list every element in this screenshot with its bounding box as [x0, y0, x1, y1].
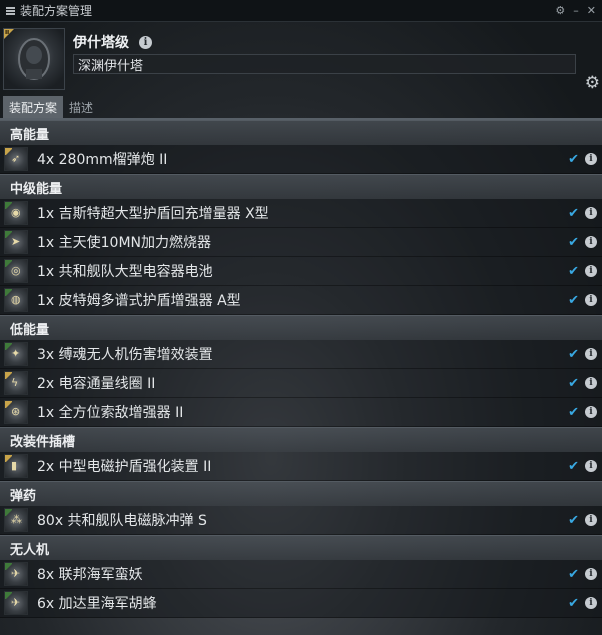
module-label: 1x 皮特姆多谱式护盾增强器 A型 — [37, 293, 241, 309]
checkmark-icon: ✔ — [568, 205, 579, 221]
module-label: 3x 缚魂无人机伤害增效装置 — [37, 347, 213, 363]
tab-bar: 装配方案 描述 — [0, 94, 602, 120]
fit-name-field[interactable] — [73, 54, 576, 74]
section-header: 中级能量 — [0, 174, 602, 199]
drone-damage-icon[interactable]: ✦ — [4, 342, 28, 366]
module-label: 2x 电容通量线圈 II — [37, 376, 156, 392]
checkmark-icon: ✔ — [568, 263, 579, 279]
module-label: 2x 中型电磁护盾强化装置 II — [37, 459, 212, 475]
section-header: 弹药 — [0, 481, 602, 506]
flux-coil-icon[interactable]: ϟ — [4, 371, 28, 395]
module-glyph: ➤ — [11, 235, 21, 248]
section-header: 低能量 — [0, 315, 602, 340]
section-header: 高能量 — [0, 120, 602, 145]
projectile-turret-icon[interactable]: ➶ — [4, 147, 28, 171]
module-label: 6x 加达里海军胡蜂 — [37, 596, 157, 612]
module-row[interactable]: ◎ 1x 共和舰队大型电容器电池 ✔ i — [0, 257, 602, 286]
info-icon[interactable]: i — [585, 294, 597, 306]
module-glyph: ✈ — [11, 596, 21, 609]
tab-description[interactable]: 描述 — [63, 96, 99, 118]
info-icon[interactable]: i — [585, 460, 597, 472]
afterburner-icon[interactable]: ➤ — [4, 230, 28, 254]
checkmark-icon: ✔ — [568, 234, 579, 250]
checkmark-icon: ✔ — [568, 566, 579, 582]
info-icon[interactable]: i — [585, 236, 597, 248]
ship-info-icon[interactable]: i — [139, 35, 152, 49]
shield-booster-icon[interactable]: ◉ — [4, 201, 28, 225]
module-row[interactable]: ◉ 1x 吉斯特超大型护盾回充增量器 X型 ✔ i — [0, 199, 602, 228]
module-row[interactable]: ◍ 1x 皮特姆多谱式护盾增强器 A型 ✔ i — [0, 286, 602, 315]
rig-icon[interactable]: ▮ — [4, 454, 28, 478]
info-icon[interactable]: i — [585, 514, 597, 526]
gear-icon[interactable]: ⚙ — [585, 75, 600, 92]
menu-icon[interactable] — [6, 6, 15, 15]
info-icon[interactable]: i — [585, 153, 597, 165]
minimize-icon[interactable]: – — [573, 4, 579, 17]
module-label: 1x 主天使10MN加力燃烧器 — [37, 235, 212, 251]
section-header: 改装件插槽 — [0, 427, 602, 452]
fitting-management-window: 装配方案管理 ⚙ – ✕ 伊什塔级 i 深渊伊什塔 ⚙ 装配方案 描述 高能量 … — [0, 0, 602, 635]
info-icon[interactable]: i — [585, 597, 597, 609]
section-header: 无人机 — [0, 535, 602, 560]
info-icon[interactable]: i — [585, 265, 597, 277]
module-glyph: ◍ — [11, 293, 21, 306]
module-label: 8x 联邦海军蛮妖 — [37, 567, 143, 583]
checkmark-icon: ✔ — [568, 346, 579, 362]
module-glyph: ◉ — [11, 206, 21, 219]
window-title: 装配方案管理 — [20, 4, 93, 18]
module-glyph: ▮ — [11, 459, 18, 472]
shield-extender-icon[interactable]: ◍ — [4, 288, 28, 312]
checkmark-icon: ✔ — [568, 375, 579, 391]
module-row[interactable]: ✈ 6x 加达里海军胡蜂 ✔ i — [0, 589, 602, 618]
module-row[interactable]: ➤ 1x 主天使10MN加力燃烧器 ✔ i — [0, 228, 602, 257]
omnidirectional-tracking-icon[interactable]: ⊛ — [4, 400, 28, 424]
drone-icon[interactable]: ✈ — [4, 562, 28, 586]
checkmark-icon: ✔ — [568, 458, 579, 474]
module-glyph: ✦ — [11, 347, 21, 360]
checkmark-icon: ✔ — [568, 404, 579, 420]
tab-fitting[interactable]: 装配方案 — [3, 96, 64, 118]
tech2-badge-icon — [4, 29, 14, 39]
module-glyph: ϟ — [11, 376, 19, 389]
checkmark-icon: ✔ — [568, 595, 579, 611]
ship-header: 伊什塔级 i ⚙ — [0, 22, 602, 94]
ship-name: 伊什塔级 — [73, 35, 129, 51]
info-icon[interactable]: i — [585, 568, 597, 580]
drone-icon[interactable]: ✈ — [4, 591, 28, 615]
module-label: 80x 共和舰队电磁脉冲弹 S — [37, 513, 207, 529]
title-bar[interactable]: 装配方案管理 ⚙ – ✕ — [0, 0, 602, 22]
info-icon[interactable]: i — [585, 406, 597, 418]
ship-thumbnail[interactable] — [3, 28, 65, 90]
module-row[interactable]: ✦ 3x 缚魂无人机伤害增效装置 ✔ i — [0, 340, 602, 369]
settings-dot-icon[interactable]: ⚙ — [555, 4, 565, 17]
module-glyph: ⊛ — [11, 405, 21, 418]
close-icon[interactable]: ✕ — [587, 4, 596, 17]
module-row[interactable]: ϟ 2x 电容通量线圈 II ✔ i — [0, 369, 602, 398]
cap-battery-icon[interactable]: ◎ — [4, 259, 28, 283]
module-row[interactable]: ✈ 8x 联邦海军蛮妖 ✔ i — [0, 560, 602, 589]
module-row[interactable]: ⁂ 80x 共和舰队电磁脉冲弹 S ✔ i — [0, 506, 602, 535]
module-label: 1x 吉斯特超大型护盾回充增量器 X型 — [37, 206, 269, 222]
module-label: 1x 全方位索敌增强器 II — [37, 405, 184, 421]
module-row[interactable]: ➶ 4x 280mm榴弹炮 II ✔ i — [0, 145, 602, 174]
module-glyph: ⁂ — [11, 513, 22, 526]
module-glyph: ✈ — [11, 567, 21, 580]
module-glyph: ➶ — [11, 152, 21, 165]
fitting-list: 高能量 ➶ 4x 280mm榴弹炮 II ✔ i 中级能量 ◉ 1x 吉斯特超大型护盾回充增量… — [0, 120, 602, 618]
info-icon[interactable]: i — [585, 207, 597, 219]
module-glyph: ◎ — [11, 264, 21, 277]
checkmark-icon: ✔ — [568, 292, 579, 308]
info-icon[interactable]: i — [585, 377, 597, 389]
ammo-icon[interactable]: ⁂ — [4, 508, 28, 532]
module-row[interactable]: ⊛ 1x 全方位索敌增强器 II ✔ i — [0, 398, 602, 427]
module-row[interactable]: ▮ 2x 中型电磁护盾强化装置 II ✔ i — [0, 452, 602, 481]
module-label: 4x 280mm榴弹炮 II — [37, 152, 168, 168]
info-icon[interactable]: i — [585, 348, 597, 360]
module-label: 1x 共和舰队大型电容器电池 — [37, 264, 213, 280]
checkmark-icon: ✔ — [568, 151, 579, 167]
checkmark-icon: ✔ — [568, 512, 579, 528]
